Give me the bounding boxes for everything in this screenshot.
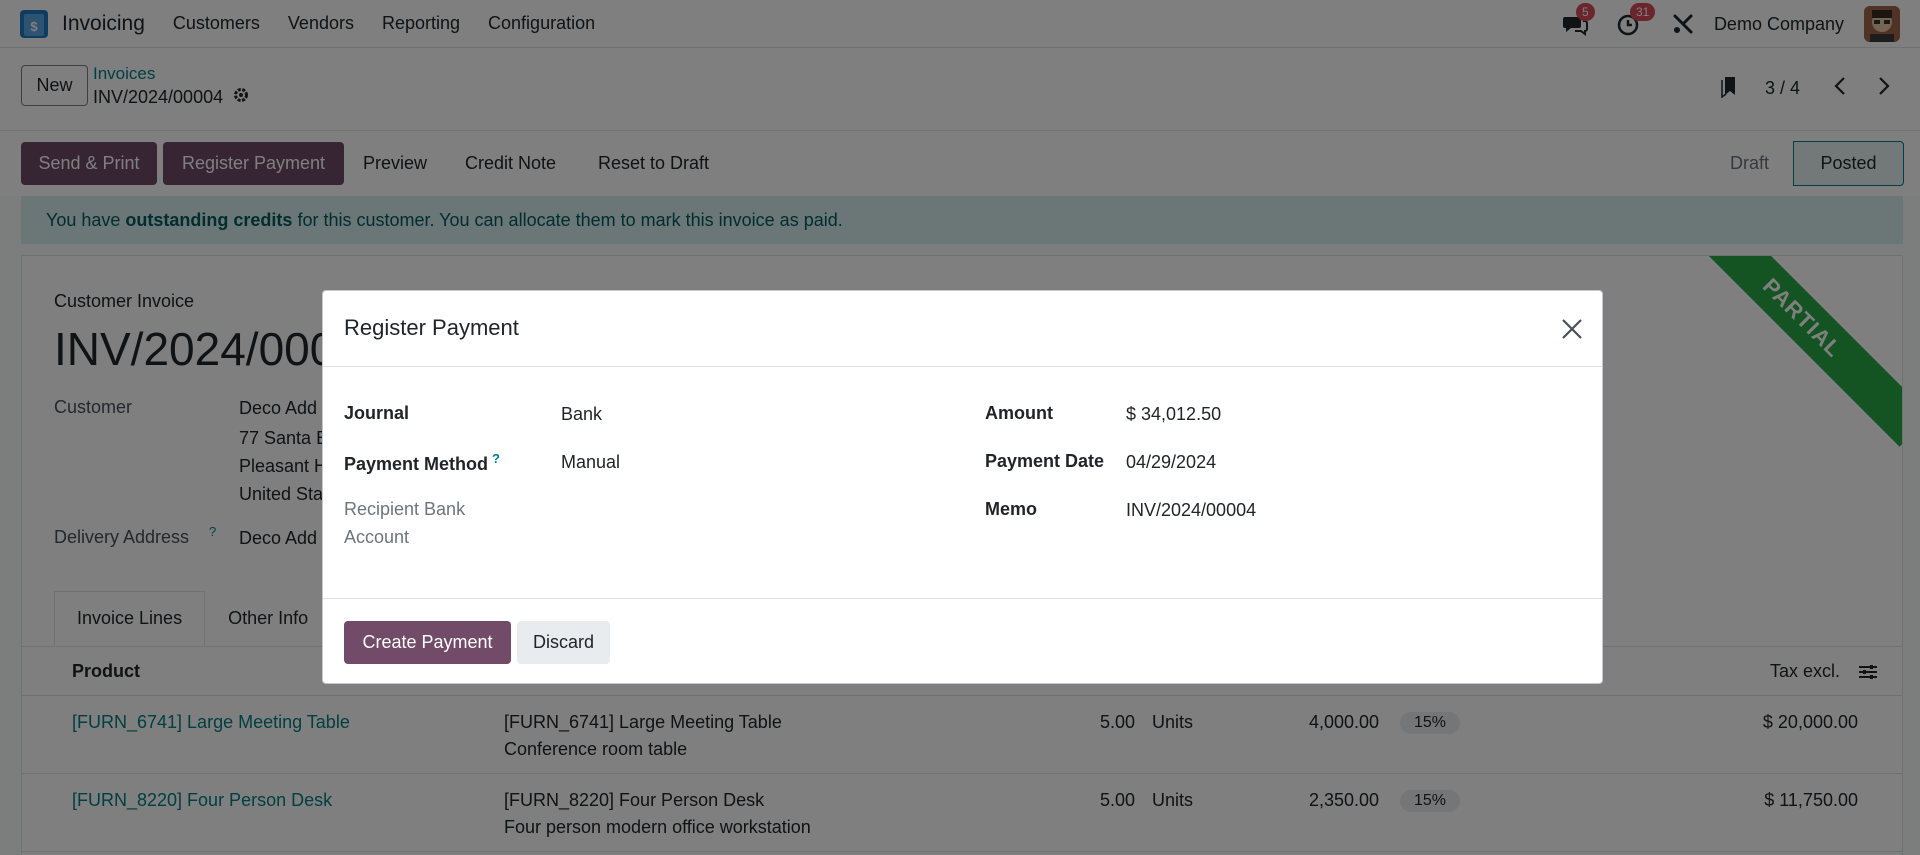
dialog-header: Register Payment	[323, 291, 1602, 367]
create-payment-button[interactable]: Create Payment	[344, 621, 511, 664]
memo-label: Memo	[985, 499, 1038, 519]
journal-field[interactable]: Bank	[561, 404, 602, 425]
recipient-bank-account-label: Recipient Bank Account	[344, 495, 465, 551]
payment-date-field[interactable]: 04/29/2024	[1126, 452, 1216, 473]
dialog-body: Journal Bank Payment Method? Manual Reci…	[323, 367, 1602, 599]
payment-method-label-text: Payment Method	[344, 454, 489, 474]
recipient-label-line1: Recipient Bank	[344, 499, 466, 519]
memo-field[interactable]: INV/2024/00004	[1126, 500, 1256, 521]
dialog-title: Register Payment	[344, 315, 519, 340]
dialog-footer: Create Payment Discard	[323, 599, 1602, 685]
payment-method-label: Payment Method?	[344, 451, 500, 475]
register-payment-dialog: Register Payment Journal Bank Payment Me…	[322, 290, 1603, 684]
amount-label: Amount	[985, 403, 1053, 423]
payment-date-label: Payment Date	[985, 451, 1105, 471]
recipient-label-line2: Account	[344, 527, 410, 547]
discard-button[interactable]: Discard	[517, 621, 610, 664]
close-icon[interactable]	[1558, 315, 1586, 343]
journal-label: Journal	[344, 403, 410, 423]
amount-field[interactable]: $ 34,012.50	[1126, 404, 1221, 425]
payment-method-field[interactable]: Manual	[561, 452, 620, 473]
payment-method-help-icon[interactable]: ?	[492, 451, 500, 466]
